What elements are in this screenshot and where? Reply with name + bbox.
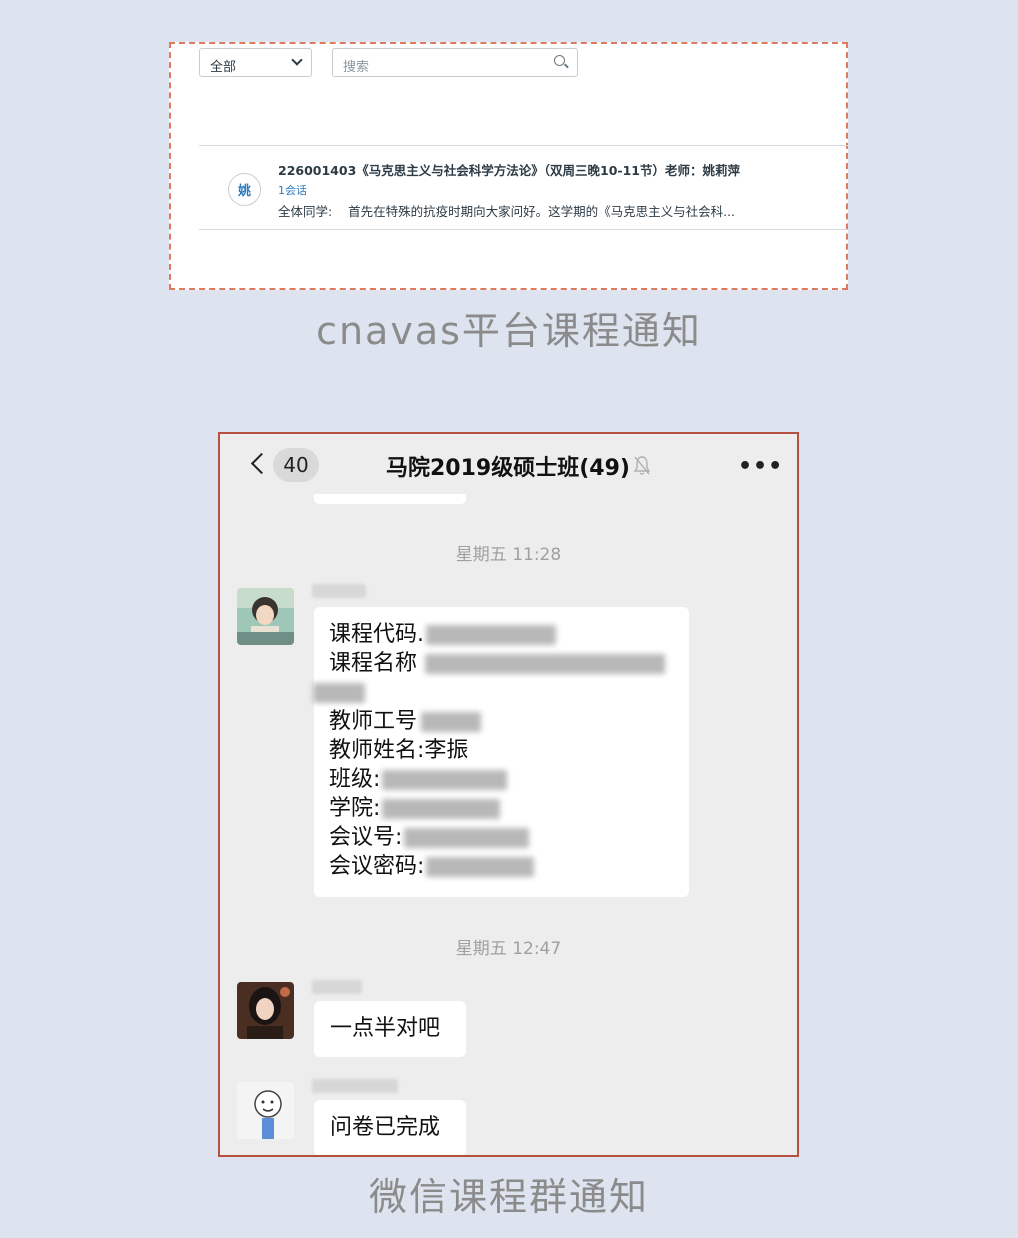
filter-dropdown-value: 全部: [210, 60, 237, 75]
info-line: 会议号:: [329, 823, 689, 852]
info-line-text: 课程名称: [329, 651, 418, 676]
info-line-text: 会议号:: [329, 825, 403, 850]
info-line-text: 班级:: [329, 767, 381, 792]
avatar: 姚: [228, 173, 261, 206]
chevron-down-icon: [291, 54, 303, 66]
info-line: 会议密码:: [329, 852, 689, 881]
message-text: 问卷已完成: [330, 1115, 441, 1140]
message-bubble[interactable]: 课程代码. 课程名称 教师工号 教师姓名:李振 班级: 学院: 会议号: 会议密…: [313, 607, 689, 897]
info-line: 班级:: [329, 765, 689, 794]
previous-message-bubble: [314, 494, 466, 504]
avatar[interactable]: [237, 588, 294, 645]
info-line-text: 课程代码.: [329, 622, 424, 647]
redacted-text: [382, 799, 501, 819]
sender-name: [312, 980, 362, 994]
wechat-caption: 微信课程群通知: [368, 1175, 649, 1219]
message-title[interactable]: 226001403《马克思主义与社会科学方法论》（双周三晚10-11节）老师：姚…: [278, 160, 740, 179]
message-bubble[interactable]: 问卷已完成: [314, 1100, 466, 1155]
more-icon[interactable]: •••: [738, 454, 782, 479]
info-line-text: 会议密码:: [329, 854, 425, 879]
conversation-count[interactable]: 1会话: [278, 182, 307, 198]
search-icon[interactable]: [554, 55, 565, 66]
info-line: 课程代码.: [329, 620, 689, 649]
sender-name: [312, 584, 366, 598]
message-snippet: 全体同学: 首先在特殊的抗疫时期向大家问好。这学期的《马克思主义与社会科...: [278, 204, 736, 219]
redacted-text: [425, 654, 666, 674]
info-line-text: 教师姓名:李振: [329, 738, 469, 763]
redacted-text: [421, 712, 482, 732]
timestamp: 星期五 11:28: [455, 545, 562, 565]
group-title: 马院2019级硕士班(49): [386, 456, 630, 481]
message-bubble[interactable]: 一点半对吧: [314, 1001, 466, 1057]
redacted-text: [426, 857, 535, 877]
canvas-notification-panel: 全部 搜索 姚 226001403《马克思主义与社会科学方法论》（双周三晚10-…: [169, 42, 850, 290]
redacted-text: [313, 683, 365, 703]
redacted-text: [426, 625, 556, 645]
info-line: 学院:: [329, 794, 689, 823]
canvas-caption: cnavas平台课程通知: [316, 309, 702, 353]
back-icon[interactable]: [250, 452, 273, 475]
mute-bell-icon: [633, 456, 651, 475]
redacted-text: [382, 770, 508, 790]
info-line: 教师工号: [329, 707, 689, 736]
search-input[interactable]: 搜索: [332, 48, 578, 77]
info-line: 教师姓名:李振: [329, 736, 689, 765]
info-line-text: 教师工号: [329, 709, 418, 734]
wechat-chat-panel: 40 马院2019级硕士班(49) ••• 星期五 11:28 课程代码. 课程…: [218, 432, 799, 1157]
chat-header: 40 马院2019级硕士班(49) •••: [220, 434, 797, 496]
avatar[interactable]: [237, 1082, 294, 1139]
divider: [199, 229, 850, 230]
message-text: 一点半对吧: [330, 1016, 441, 1041]
info-line-text: 学院:: [329, 796, 381, 821]
timestamp: 星期五 12:47: [455, 939, 562, 959]
info-line: 课程名称: [329, 649, 689, 678]
info-line: [313, 678, 689, 707]
unread-badge[interactable]: 40: [273, 448, 319, 482]
filter-dropdown[interactable]: 全部: [199, 48, 312, 77]
divider: [199, 145, 850, 146]
search-placeholder: 搜索: [343, 60, 370, 75]
avatar[interactable]: [237, 982, 294, 1039]
sender-name: [312, 1079, 398, 1093]
redacted-text: [404, 828, 530, 848]
